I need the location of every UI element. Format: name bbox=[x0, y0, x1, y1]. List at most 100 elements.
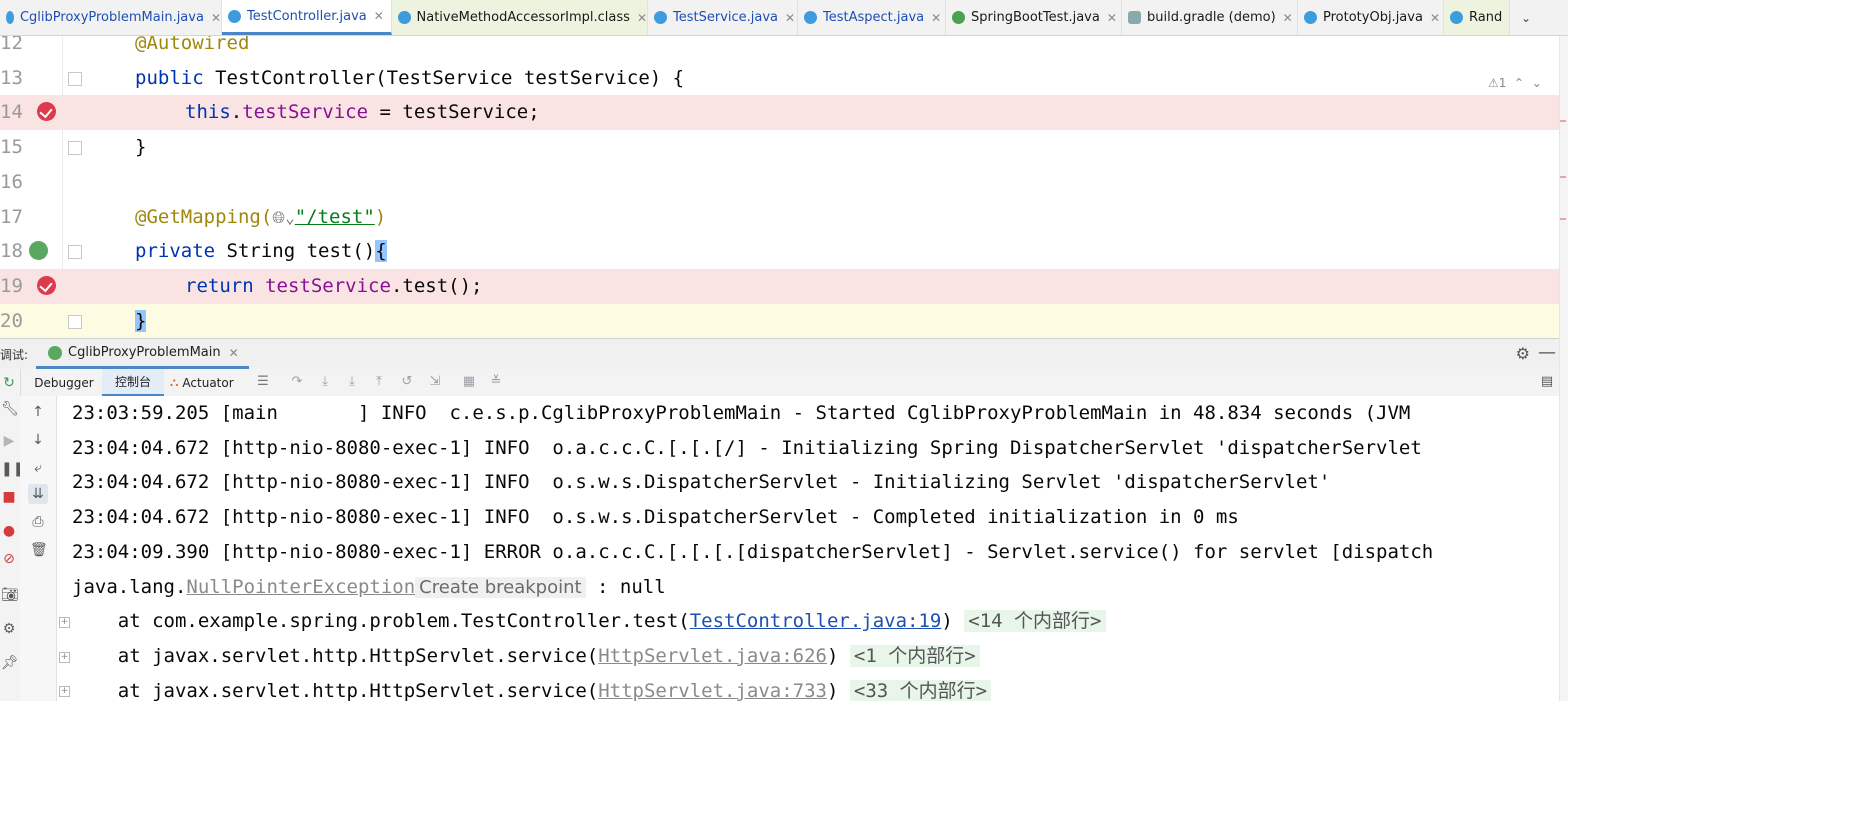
trace-icon[interactable]: ≚ bbox=[489, 375, 503, 389]
stack-frame-text: at javax.servlet.http.HttpServlet.servic… bbox=[72, 644, 599, 667]
close-icon[interactable]: ✕ bbox=[1283, 11, 1293, 25]
camera-icon[interactable]: 📷︎ bbox=[1, 587, 19, 603]
tab-console[interactable]: 控制台 bbox=[102, 369, 164, 396]
tab-actuator[interactable]: ⛬ Actuator bbox=[170, 369, 244, 396]
fold-icon[interactable] bbox=[68, 314, 82, 329]
trash-icon[interactable]: 🗑︎ bbox=[30, 542, 48, 558]
annotation-token: ) bbox=[374, 205, 387, 228]
tab-rand[interactable]: Rand bbox=[1444, 0, 1510, 35]
create-breakpoint-hint[interactable]: Create breakpoint bbox=[415, 576, 586, 598]
tab-label: Actuator bbox=[182, 375, 234, 390]
exception-link[interactable]: NullPointerException bbox=[186, 576, 415, 598]
soft-wrap-icon[interactable]: ⤶ bbox=[30, 460, 46, 476]
line-text: private String test(){ bbox=[135, 234, 387, 269]
keyword-token: private bbox=[135, 240, 216, 263]
step-over-icon[interactable]: ↷ bbox=[290, 375, 304, 389]
wrench-icon[interactable]: 🔧︎ bbox=[1, 401, 19, 417]
scrollbar[interactable] bbox=[1559, 36, 1568, 701]
url-mapping-link[interactable]: "/test" bbox=[295, 206, 375, 228]
line-text: return testService.test(); bbox=[185, 269, 482, 304]
source-link[interactable]: TestController.java:19 bbox=[690, 610, 942, 632]
menu-icon[interactable]: ☰ bbox=[256, 375, 270, 389]
tab-springboottest[interactable]: SpringBootTest.java ✕ bbox=[946, 0, 1122, 35]
debug-tool-window-header: 调试: CglibProxyProblemMain ✕ ⚙ — bbox=[0, 338, 1568, 370]
spring-boot-icon bbox=[48, 345, 62, 360]
code-line: 18 private String test(){ bbox=[0, 234, 1560, 269]
rerun-icon[interactable]: ↻ bbox=[1, 375, 17, 391]
tab-label: NativeMethodAccessorImpl.class bbox=[416, 10, 630, 25]
folded-frames-badge[interactable]: <14 个内部行> bbox=[964, 610, 1106, 633]
close-icon[interactable]: ✕ bbox=[1107, 11, 1117, 25]
fold-icon[interactable] bbox=[68, 245, 82, 260]
tab-label: Rand bbox=[1469, 10, 1503, 25]
error-marker bbox=[1560, 176, 1566, 178]
fold-icon[interactable] bbox=[68, 141, 82, 156]
resume-icon[interactable]: ▶ bbox=[1, 433, 17, 449]
close-icon[interactable]: ✕ bbox=[637, 11, 647, 25]
close-icon[interactable]: ✕ bbox=[785, 11, 795, 25]
tab-label: TestController.java bbox=[247, 8, 367, 24]
arrow-down-icon[interactable]: ↓ bbox=[30, 432, 46, 448]
step-out-icon[interactable]: ⤒ bbox=[372, 375, 386, 389]
spring-endpoint-icon[interactable] bbox=[29, 241, 48, 261]
debug-toolbar: Debugger 控制台 ⛬ Actuator ☰ ↷ ⤓ ⤓ ⤒ ↺ ⇲ ▦ ≚… bbox=[0, 369, 1568, 397]
close-icon[interactable]: ✕ bbox=[211, 11, 221, 25]
tab-prototyobj[interactable]: PrototyObj.java ✕ bbox=[1298, 0, 1444, 35]
tab-cglibproxyproblemmain[interactable]: CglibProxyProblemMain.java ✕ bbox=[0, 0, 222, 35]
debug-session-label: CglibProxyProblemMain bbox=[68, 345, 221, 360]
code-editor[interactable]: ⚠1 ⌃ ⌄ 12 @Autowired 13 public TestContr… bbox=[0, 36, 1568, 338]
class-file-icon bbox=[398, 11, 411, 24]
tab-build-gradle[interactable]: build.gradle (demo) ✕ bbox=[1122, 0, 1298, 35]
layout-icon[interactable]: ▤ bbox=[1540, 375, 1554, 389]
code-line-current: 20 } bbox=[0, 303, 1560, 338]
tab-nativemethodaccessorimpl[interactable]: NativeMethodAccessorImpl.class ✕ bbox=[392, 0, 648, 35]
globe-icon[interactable]: 🌐︎⌄ bbox=[272, 208, 294, 227]
debug-session-tab[interactable]: CglibProxyProblemMain ✕ bbox=[36, 339, 249, 369]
settings-icon[interactable]: ⚙ bbox=[1, 621, 17, 637]
expand-icon[interactable]: + bbox=[59, 686, 70, 697]
chevron-down-icon[interactable]: ⌄ bbox=[1516, 0, 1536, 35]
close-icon[interactable]: ✕ bbox=[1430, 11, 1440, 25]
source-link[interactable]: HttpServlet.java:733 bbox=[598, 680, 827, 701]
debug-actions-strip: ↻ 🔧︎ ▶ ❚❚ ■ ● ⊘ 📷︎ ⚙ 📌︎ bbox=[0, 369, 24, 701]
pin-icon[interactable]: 📌︎ bbox=[1, 655, 19, 671]
drop-frame-icon[interactable]: ↺ bbox=[400, 375, 414, 389]
arrow-up-icon[interactable]: ↑ bbox=[30, 404, 46, 420]
folded-frames-badge[interactable]: <33 个内部行> bbox=[849, 679, 992, 701]
field-token: testService bbox=[265, 274, 391, 297]
close-icon[interactable]: ✕ bbox=[931, 11, 941, 25]
stack-frame: at com.example.spring.problem.TestContro… bbox=[72, 604, 1106, 639]
breakpoint-icon[interactable] bbox=[37, 102, 56, 122]
run-to-cursor-icon[interactable]: ⇲ bbox=[428, 375, 442, 389]
tab-testcontroller[interactable]: TestController.java ✕ bbox=[222, 0, 392, 35]
stop-icon[interactable]: ■ bbox=[1, 489, 17, 505]
console-output[interactable]: 23:03:59.205 [main ] INFO c.e.s.p.CglibP… bbox=[57, 396, 1560, 701]
force-step-into-icon[interactable]: ⤓ bbox=[345, 375, 359, 389]
step-into-icon[interactable]: ⤓ bbox=[318, 375, 332, 389]
close-icon[interactable]: ✕ bbox=[229, 346, 239, 360]
stack-frame-text: ) bbox=[826, 679, 839, 701]
evaluate-expression-icon[interactable]: ▦ bbox=[462, 375, 476, 389]
print-icon[interactable]: ⎙ bbox=[30, 514, 46, 530]
close-icon[interactable]: ✕ bbox=[374, 9, 384, 23]
tab-testservice[interactable]: TestService.java ✕ bbox=[648, 0, 798, 35]
gear-icon[interactable]: ⚙ bbox=[1516, 344, 1530, 363]
expand-icon[interactable]: + bbox=[59, 617, 70, 628]
tab-testaspect[interactable]: TestAspect.java ✕ bbox=[798, 0, 946, 35]
expand-icon[interactable]: + bbox=[59, 652, 70, 663]
view-breakpoints-icon[interactable]: ● bbox=[1, 523, 17, 539]
error-marker bbox=[1560, 218, 1566, 220]
folded-frames-badge[interactable]: <1 个内部行> bbox=[849, 644, 980, 667]
fold-icon[interactable] bbox=[68, 71, 82, 86]
source-link[interactable]: HttpServlet.java:626 bbox=[598, 645, 827, 667]
tab-label: TestAspect.java bbox=[823, 10, 925, 25]
line-number: 14 bbox=[0, 101, 23, 124]
field-token: testService bbox=[242, 101, 369, 124]
mute-breakpoints-icon[interactable]: ⊘ bbox=[1, 551, 17, 567]
pause-icon[interactable]: ❚❚ bbox=[1, 461, 24, 477]
stack-frame: at javax.servlet.http.HttpServlet.servic… bbox=[72, 639, 980, 674]
tab-debugger[interactable]: Debugger bbox=[28, 369, 100, 396]
breakpoint-icon[interactable] bbox=[37, 275, 56, 295]
scroll-to-end-icon[interactable]: ⇊ bbox=[28, 484, 48, 504]
minimize-icon[interactable]: — bbox=[1538, 342, 1556, 363]
